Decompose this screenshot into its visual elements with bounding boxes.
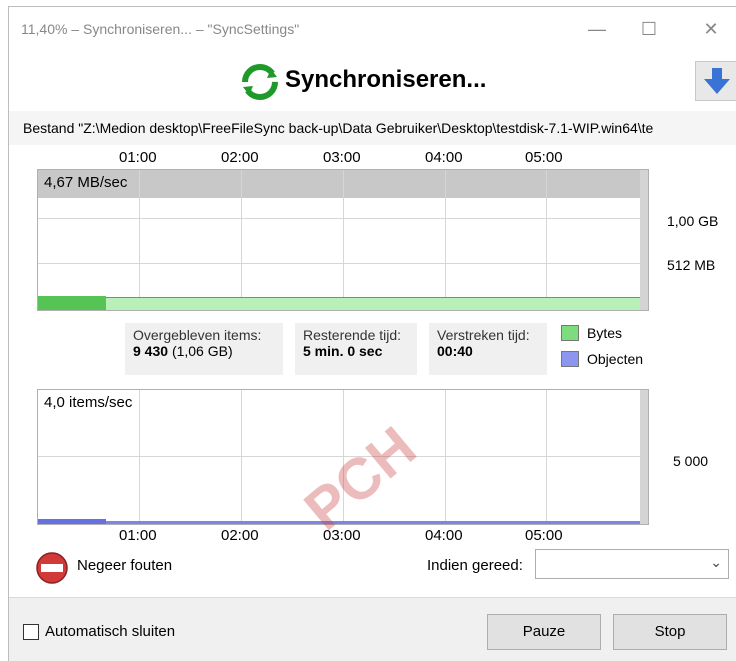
remaining-items-stat: Overgebleven items: 9 430 (1,06 GB) [125,323,283,375]
maximize-button[interactable]: ☐ [629,15,669,43]
footer: Automatisch sluiten Pauze Stop [9,597,736,661]
elapsed-time-stat: Verstreken tijd: 00:40 [429,323,547,375]
sync-window: 11,40% – Synchroniseren... – "SyncSettin… [8,6,736,661]
bytes-progress-fill [38,296,106,310]
ignore-errors-icon[interactable] [35,551,69,585]
bytes-y-label: 1,00 GB [667,213,719,229]
header: Synchroniseren... [9,51,736,111]
axis-tick: 03:00 [323,149,361,166]
when-done-select[interactable]: ⌄ [535,549,729,579]
sync-icon [242,64,278,100]
axis-tick: 02:00 [221,149,259,166]
remaining-time-stat: Resterende tijd: 5 min. 0 sec [295,323,417,375]
remaining-time-value: 5 min. 0 sec [303,343,383,359]
remaining-items-value: 9 430 (1,06 GB) [133,343,233,359]
remaining-time-label: Resterende tijd: [303,327,402,343]
bytes-rate: 4,67 MB/sec [44,174,128,191]
page-title: Synchroniseren... [285,66,487,93]
elapsed-time-label: Verstreken tijd: [437,327,530,343]
items-area [38,521,640,524]
title-bar: 11,40% – Synchroniseren... – "SyncSettin… [9,7,736,51]
axis-tick: 04:00 [425,527,463,544]
chevron-down-icon: ⌄ [710,554,722,570]
remaining-items-label: Overgebleven items: [133,327,262,343]
elapsed-time-value: 00:40 [437,343,473,359]
when-done-label: Indien gereed: [427,557,523,574]
bytes-y-label: 512 MB [667,257,716,273]
graph-panel: 01:00 02:00 03:00 04:00 05:00 4,67 MB/se… [9,145,736,597]
axis-tick: 01:00 [119,149,157,166]
arrow-down-icon [704,68,730,94]
window-title: 11,40% – Synchroniseren... – "SyncSettin… [21,21,300,37]
bytes-area [38,297,640,310]
current-file-path: Bestand "Z:\Medion desktop\FreeFileSync … [9,111,736,145]
axis-tick: 02:00 [221,527,259,544]
auto-close-checkbox[interactable] [23,624,39,640]
legend-objects-swatch [561,351,579,367]
axis-tick: 01:00 [119,527,157,544]
items-rate: 4,0 items/sec [44,394,133,411]
down-arrow-button[interactable] [695,61,736,101]
items-progress-fill [38,519,106,524]
bytes-graph: 4,67 MB/sec [37,169,649,311]
legend-bytes-label: Bytes [587,325,623,341]
stop-button[interactable]: Stop [613,614,727,650]
axis-tick: 05:00 [525,527,563,544]
auto-close-label[interactable]: Automatisch sluiten [45,623,175,640]
close-button[interactable]: ✕ [691,15,731,43]
legend-objects-label: Objecten [587,351,644,367]
remaining-items-size: (1,06 GB) [171,343,233,359]
axis-tick: 04:00 [425,149,463,166]
legend-bytes-swatch [561,325,579,341]
axis-tick: 05:00 [525,149,563,166]
minimize-button[interactable]: — [577,15,617,43]
items-y-label: 5 000 [673,453,709,469]
ignore-errors-label[interactable]: Negeer fouten [77,557,172,574]
pause-button[interactable]: Pauze [487,614,601,650]
axis-tick: 03:00 [323,527,361,544]
items-graph: 4,0 items/sec [37,389,649,525]
